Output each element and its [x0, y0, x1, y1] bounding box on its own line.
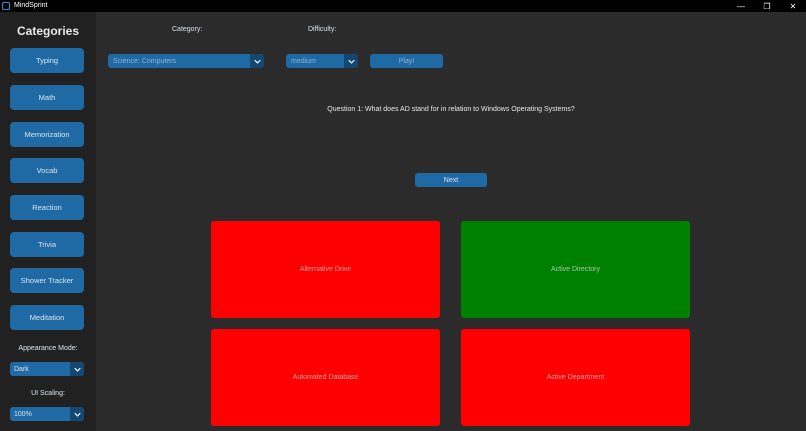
answer-option-2[interactable]: Active Directory	[461, 221, 690, 318]
difficulty-value: medium	[291, 57, 316, 65]
play-button[interactable]: Play!	[370, 54, 443, 68]
sidebar-item-shower-tracker[interactable]: Shower Tracker	[10, 268, 84, 293]
window-title: MindSprint	[14, 2, 48, 9]
sidebar-item-memorization[interactable]: Memorization	[10, 122, 84, 147]
question-text: Question 1: What does AD stand for in re…	[327, 106, 575, 113]
title-bar: MindSprint — ❐ ✕	[0, 0, 806, 12]
sidebar-heading: Categories	[16, 24, 80, 38]
category-value: Science: Computers	[113, 57, 177, 65]
ui-scaling-value: 100%	[14, 410, 32, 418]
sidebar: Categories Typing Math Memorization Voca…	[0, 12, 96, 431]
sidebar-item-typing[interactable]: Typing	[10, 48, 84, 73]
category-select[interactable]: Science: Computers	[108, 54, 264, 68]
ui-scaling-label: UI Scaling:	[31, 390, 65, 397]
answer-label: Active Department	[546, 374, 605, 381]
chevron-down-icon[interactable]	[344, 54, 358, 68]
difficulty-label: Difficulty:	[308, 26, 337, 33]
sidebar-item-trivia[interactable]: Trivia	[10, 232, 84, 257]
sidebar-item-reaction[interactable]: Reaction	[10, 195, 84, 220]
answer-label: Alternative Drive	[299, 266, 352, 273]
answer-option-3[interactable]: Automated Database	[211, 329, 440, 426]
appearance-mode-value: Dark	[14, 365, 29, 373]
answer-label: Active Directory	[550, 266, 600, 273]
app-icon	[2, 2, 10, 10]
appearance-mode-select[interactable]: Dark	[10, 362, 84, 376]
answer-option-1[interactable]: Alternative Drive	[211, 221, 440, 318]
chevron-down-icon[interactable]	[250, 54, 264, 68]
ui-scaling-select[interactable]: 100%	[10, 407, 84, 421]
answer-option-4[interactable]: Active Department	[461, 329, 690, 426]
sidebar-item-meditation[interactable]: Meditation	[10, 305, 84, 330]
appearance-mode-label: Appearance Mode:	[18, 345, 78, 352]
minimize-icon[interactable]: —	[728, 0, 754, 12]
difficulty-select[interactable]: medium	[286, 54, 358, 68]
category-label: Category:	[172, 26, 203, 33]
sidebar-item-vocab[interactable]: Vocab	[10, 158, 84, 183]
sidebar-item-math[interactable]: Math	[10, 85, 84, 110]
next-button[interactable]: Next	[415, 173, 487, 187]
answer-label: Automated Database	[292, 374, 359, 381]
close-icon[interactable]: ✕	[780, 0, 806, 12]
chevron-down-icon[interactable]	[70, 407, 84, 421]
chevron-down-icon[interactable]	[70, 362, 84, 376]
restore-icon[interactable]: ❐	[754, 0, 780, 12]
